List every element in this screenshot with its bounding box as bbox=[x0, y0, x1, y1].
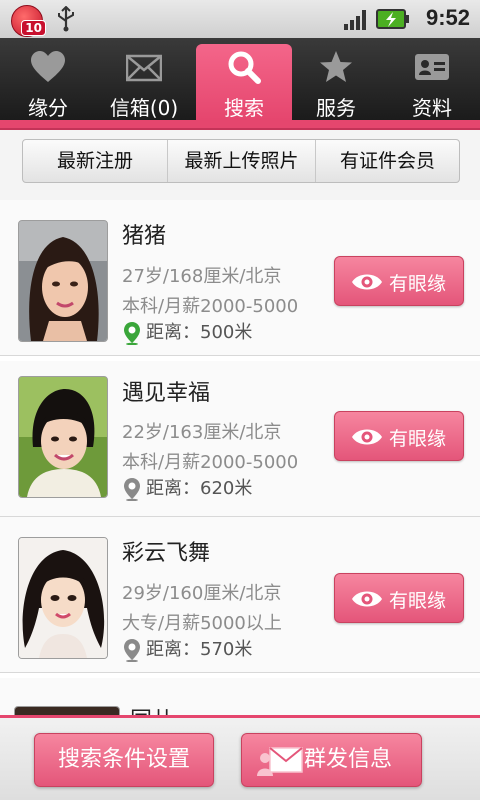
tab-profile[interactable]: 资料 bbox=[384, 38, 480, 120]
list-item[interactable]: 同儿 bbox=[0, 678, 480, 715]
location-pin-icon bbox=[124, 639, 140, 662]
location-pin-icon bbox=[124, 478, 140, 501]
segment-newest-registered[interactable]: 最新注册 bbox=[23, 140, 168, 182]
user-basic-info: 29岁/160厘米/北京 bbox=[122, 583, 282, 604]
distance-text: 距离：620米 bbox=[146, 478, 253, 499]
broadcast-message-label: 群发信息 bbox=[304, 747, 393, 772]
user-distance: 距离：620米 bbox=[122, 476, 252, 502]
user-distance: 距离：570米 bbox=[122, 637, 252, 663]
segmented-control: 最新注册 最新上传照片 有证件会员 bbox=[22, 139, 460, 183]
user-name: 彩云飞舞 bbox=[122, 541, 211, 566]
user-list: 猪猪 27岁/168厘米/北京 本科/月薪2000-5000 距离：500米 有… bbox=[0, 200, 480, 715]
tab-fate[interactable]: 缘分 bbox=[0, 38, 96, 120]
user-education-income: 本科/月薪2000-5000 bbox=[122, 452, 299, 473]
user-name: 猪猪 bbox=[122, 224, 167, 249]
like-button[interactable]: 有眼缘 bbox=[334, 411, 464, 461]
eye-icon bbox=[352, 429, 382, 445]
user-education-income: 大专/月薪5000以上 bbox=[122, 613, 282, 634]
tab-search[interactable]: 搜索 bbox=[196, 44, 292, 120]
list-item[interactable]: 彩云飞舞 29岁/160厘米/北京 大专/月薪5000以上 距离：570米 有眼… bbox=[0, 517, 480, 673]
tab-label: 信箱(0) bbox=[109, 96, 179, 120]
group-mail-icon bbox=[257, 747, 303, 776]
battery-charging-icon bbox=[376, 9, 409, 29]
user-basic-info: 27岁/168厘米/北京 bbox=[122, 266, 282, 287]
notification-badge: 10 bbox=[21, 20, 46, 36]
profile-card-icon bbox=[415, 54, 449, 80]
segment-verified-members[interactable]: 有证件会员 bbox=[316, 140, 459, 182]
distance-text: 距离：500米 bbox=[146, 322, 253, 343]
like-button-label: 有眼缘 bbox=[389, 590, 447, 612]
nav-accent-strip bbox=[0, 120, 480, 130]
user-basic-info: 22岁/163厘米/北京 bbox=[122, 422, 282, 443]
status-bar: 10 9:52 bbox=[0, 0, 480, 39]
search-icon bbox=[228, 51, 261, 84]
tab-inbox[interactable]: 信箱(0) bbox=[96, 38, 192, 120]
like-button[interactable]: 有眼缘 bbox=[334, 256, 464, 306]
top-navigation: 缘分 信箱(0) 搜索 服务 资料 bbox=[0, 38, 480, 120]
list-item[interactable]: 遇见幸福 22岁/163厘米/北京 本科/月薪2000-5000 距离：620米… bbox=[0, 361, 480, 517]
heart-icon bbox=[31, 51, 65, 82]
eye-icon bbox=[352, 274, 382, 290]
segment-newest-photos[interactable]: 最新上传照片 bbox=[168, 140, 316, 182]
bottom-action-bar: 搜索条件设置 群发信息 bbox=[0, 715, 480, 800]
search-settings-button[interactable]: 搜索条件设置 bbox=[34, 733, 214, 787]
user-education-income: 本科/月薪2000-5000 bbox=[122, 296, 299, 317]
clock: 9:52 bbox=[425, 5, 470, 30]
like-button-label: 有眼缘 bbox=[389, 273, 447, 295]
avatar[interactable] bbox=[14, 706, 120, 715]
star-icon bbox=[320, 51, 352, 82]
user-name: 同儿 bbox=[130, 702, 174, 715]
broadcast-message-button[interactable]: 群发信息 bbox=[241, 733, 422, 787]
like-button-label: 有眼缘 bbox=[389, 428, 447, 450]
like-button[interactable]: 有眼缘 bbox=[334, 573, 464, 623]
distance-text: 距离：570米 bbox=[146, 639, 253, 660]
avatar[interactable] bbox=[18, 220, 108, 342]
tab-label: 缘分 bbox=[28, 96, 68, 120]
user-distance: 距离：500米 bbox=[122, 320, 252, 346]
avatar[interactable] bbox=[18, 376, 108, 498]
app-notification-icon[interactable]: 10 bbox=[11, 5, 46, 37]
user-name: 遇见幸福 bbox=[122, 381, 211, 406]
usb-icon bbox=[58, 6, 74, 32]
list-item[interactable]: 猪猪 27岁/168厘米/北京 本科/月薪2000-5000 距离：500米 有… bbox=[0, 200, 480, 356]
filter-bar: 最新注册 最新上传照片 有证件会员 bbox=[0, 130, 480, 192]
mail-icon bbox=[126, 54, 162, 82]
tab-label: 资料 bbox=[412, 96, 452, 120]
avatar[interactable] bbox=[18, 537, 108, 659]
tab-label: 搜索 bbox=[224, 96, 264, 120]
signal-icon bbox=[344, 10, 366, 30]
location-pin-icon bbox=[124, 322, 140, 345]
tab-services[interactable]: 服务 bbox=[288, 38, 384, 120]
tab-label: 服务 bbox=[316, 96, 356, 120]
eye-icon bbox=[352, 591, 382, 607]
